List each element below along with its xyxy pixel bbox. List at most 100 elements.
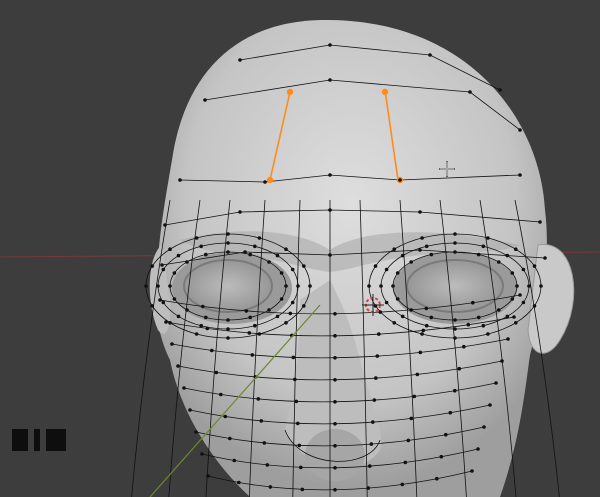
mesh-vertex[interactable] [514, 247, 518, 251]
mesh-vertex[interactable] [267, 308, 271, 312]
mesh-vertex[interactable] [518, 293, 522, 297]
mesh-vertex[interactable] [400, 482, 405, 487]
mesh-vertex[interactable] [532, 264, 537, 268]
mesh-vertex[interactable] [268, 485, 273, 489]
mesh-vertex[interactable] [486, 332, 490, 336]
mesh-vertex[interactable] [395, 297, 400, 301]
mesh-vertex[interactable] [369, 442, 374, 446]
mesh-vertex[interactable] [500, 359, 504, 363]
mesh-vertex[interactable] [302, 304, 306, 308]
mesh-vertex[interactable] [188, 408, 192, 412]
mesh-vertex[interactable] [228, 436, 232, 441]
mesh-vertex[interactable] [333, 334, 337, 338]
mesh-vertex[interactable] [248, 315, 252, 320]
mesh-vertex[interactable] [453, 241, 457, 245]
selected-vertex[interactable] [286, 88, 294, 96]
mesh-vertex[interactable] [226, 232, 230, 236]
selected-vertex[interactable] [266, 176, 274, 184]
mesh-vertex[interactable] [156, 284, 160, 288]
mesh-vertex[interactable] [226, 318, 230, 322]
mesh-vertex[interactable] [418, 350, 423, 355]
mesh-vertex[interactable] [333, 378, 337, 382]
mesh-vertex[interactable] [538, 220, 542, 224]
mesh-vertex[interactable] [201, 304, 205, 309]
mesh-vertex[interactable] [299, 465, 303, 470]
mesh-vertex[interactable] [488, 403, 492, 407]
mesh-vertex[interactable] [497, 260, 501, 264]
mesh-vertex[interactable] [453, 388, 457, 393]
mesh-vertex[interactable] [505, 314, 510, 319]
mesh-vertex[interactable] [476, 252, 481, 257]
mesh-vertex[interactable] [420, 332, 424, 336]
mesh-vertex[interactable] [453, 327, 457, 331]
mesh-vertex[interactable] [505, 253, 510, 258]
mesh-vertex[interactable] [424, 323, 429, 328]
mesh-vertex[interactable] [498, 88, 502, 92]
mesh-vertex[interactable] [384, 300, 389, 305]
mesh-vertex[interactable] [204, 252, 208, 257]
mesh-vertex[interactable] [182, 386, 186, 390]
mesh-vertex[interactable] [194, 332, 199, 336]
mesh-vertex[interactable] [476, 315, 481, 320]
mesh-vertex[interactable] [333, 466, 337, 470]
mesh-vertex[interactable] [333, 356, 337, 360]
mesh-vertex[interactable] [476, 447, 480, 451]
mesh-vertex[interactable] [514, 321, 518, 325]
mesh-vertex[interactable] [296, 284, 300, 288]
mesh-vertex[interactable] [172, 271, 177, 275]
mesh-vertex[interactable] [439, 454, 444, 459]
mesh-vertex[interactable] [168, 321, 172, 325]
mesh-vertex[interactable] [333, 422, 337, 426]
mesh-vertex[interactable] [226, 241, 230, 245]
mesh-vertex[interactable] [200, 452, 204, 456]
mesh-vertex[interactable] [328, 43, 332, 47]
mesh-vertex[interactable] [243, 250, 247, 254]
mesh-vertex[interactable] [275, 314, 280, 319]
mesh-vertex[interactable] [226, 327, 230, 331]
mesh-vertex[interactable] [176, 364, 180, 368]
mesh-vertex[interactable] [257, 332, 262, 336]
mesh-vertex[interactable] [409, 416, 414, 421]
mesh-vertex[interactable] [395, 271, 400, 275]
mesh-vertex[interactable] [391, 284, 395, 288]
mesh-vertex[interactable] [470, 469, 474, 473]
mesh-vertex[interactable] [543, 256, 547, 260]
mesh-vertex[interactable] [494, 381, 498, 385]
mesh-vertex[interactable] [293, 377, 297, 382]
mesh-vertex[interactable] [518, 128, 522, 132]
mesh-vertex[interactable] [328, 78, 332, 82]
mesh-vertex[interactable] [328, 173, 332, 177]
mesh-vertex[interactable] [204, 315, 208, 320]
mesh-vertex[interactable] [373, 264, 378, 268]
mesh-vertex[interactable] [300, 487, 305, 492]
mesh-vertex[interactable] [178, 178, 182, 182]
mesh-vertex[interactable] [453, 336, 457, 340]
mesh-vertex[interactable] [267, 260, 271, 264]
mesh-vertex[interactable] [265, 463, 270, 467]
3d-viewport[interactable] [0, 0, 600, 497]
mesh-vertex[interactable] [160, 263, 164, 267]
mesh-vertex[interactable] [527, 284, 531, 288]
mesh-vertex[interactable] [308, 284, 312, 288]
mesh-vertex[interactable] [247, 331, 252, 335]
mesh-vertex[interactable] [457, 366, 462, 371]
mesh-vertex[interactable] [279, 271, 284, 275]
mesh-vertex[interactable] [400, 253, 405, 258]
mesh-vertex[interactable] [144, 284, 148, 288]
mesh-vertex[interactable] [462, 344, 466, 349]
mesh-vertex[interactable] [372, 398, 377, 402]
mesh-vertex[interactable] [170, 342, 174, 346]
mesh-vertex[interactable] [226, 250, 230, 254]
mesh-vertex[interactable] [486, 236, 490, 240]
mesh-vertex[interactable] [226, 336, 230, 340]
mesh-vertex[interactable] [415, 372, 420, 377]
mesh-vertex[interactable] [377, 332, 381, 336]
mesh-vertex[interactable] [294, 399, 299, 404]
mesh-vertex[interactable] [256, 397, 261, 401]
selected-vertex[interactable] [381, 88, 389, 96]
mesh-vertex[interactable] [248, 252, 252, 257]
mesh-vertex[interactable] [263, 180, 267, 184]
mesh-vertex[interactable] [176, 314, 181, 319]
mesh-vertex[interactable] [297, 443, 302, 448]
mesh-vertex[interactable] [468, 90, 472, 94]
